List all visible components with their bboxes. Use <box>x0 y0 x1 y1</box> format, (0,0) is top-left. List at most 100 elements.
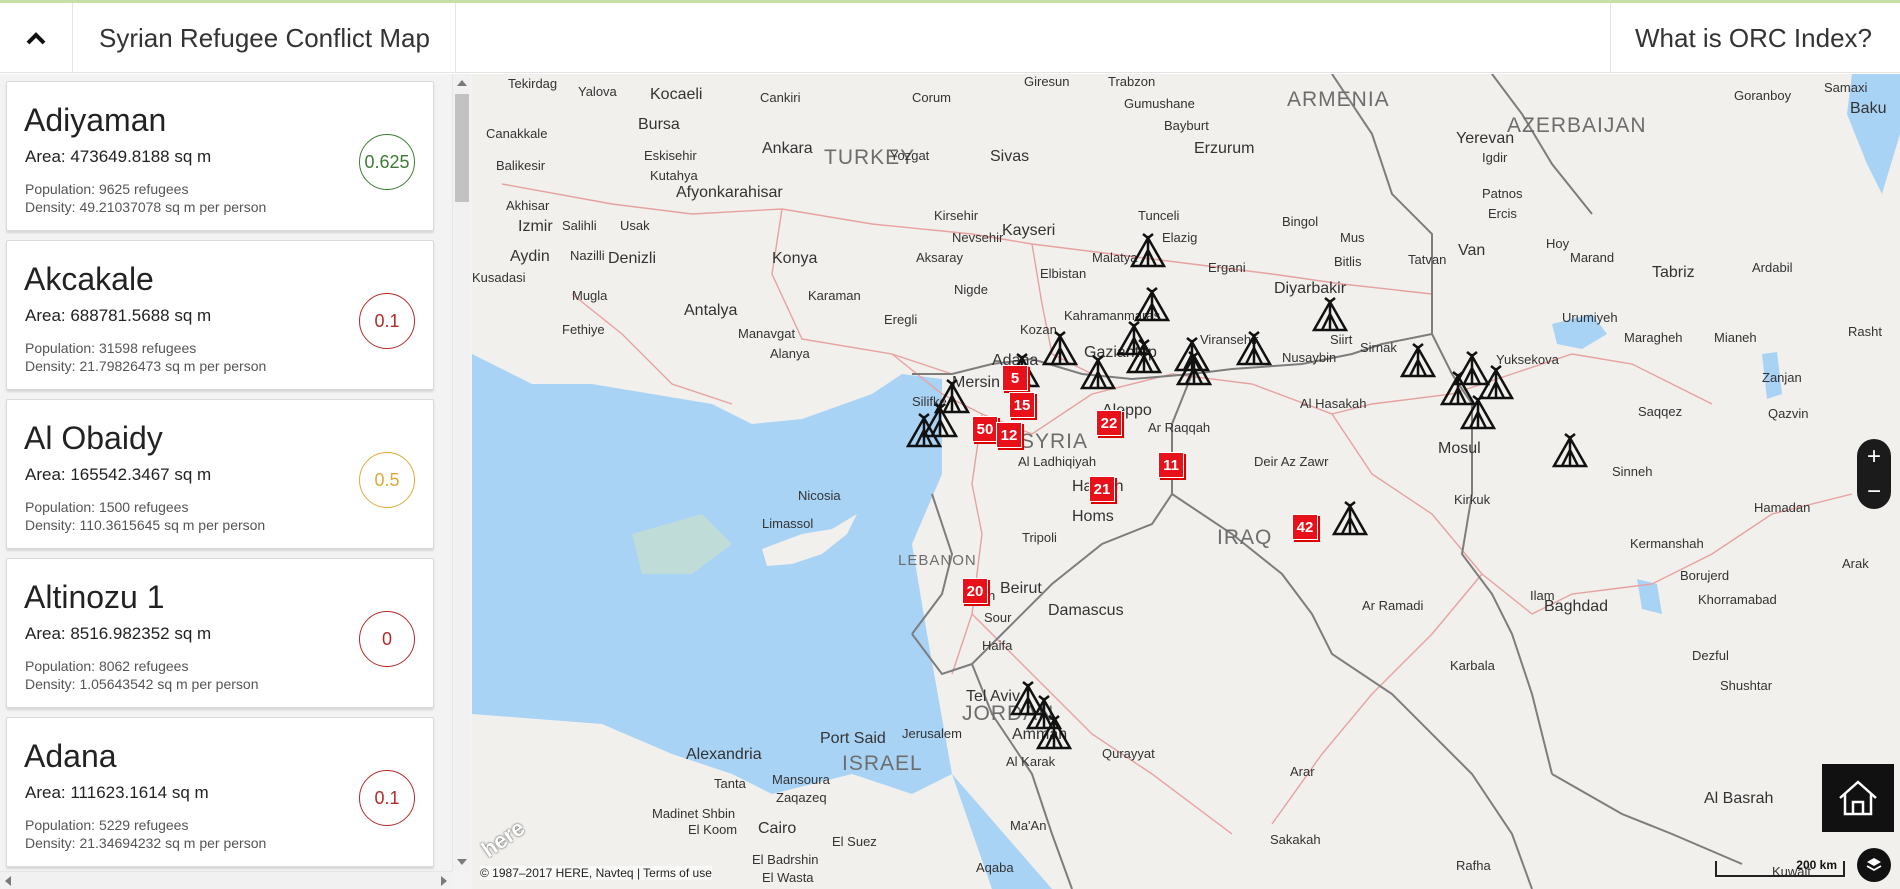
scroll-down-arrow-icon[interactable] <box>457 859 467 865</box>
city-label: Baghdad <box>1544 598 1609 615</box>
refugee-camp-tent-icon[interactable] <box>1078 354 1118 392</box>
city-label: Tripoli <box>1022 530 1057 545</box>
city-label: Tekirdag <box>508 76 558 91</box>
city-label: Al Hasakah <box>1300 396 1367 411</box>
orc-score-badge: 0.1 <box>359 770 415 826</box>
map-layers-button[interactable] <box>1857 848 1891 882</box>
scroll-thumb[interactable] <box>455 94 469 202</box>
country-label: AZERBAIJAN <box>1507 114 1647 137</box>
conflict-count-marker[interactable]: 22 <box>1096 410 1122 436</box>
conflict-count-marker[interactable]: 21 <box>1089 476 1115 502</box>
home-icon <box>1839 780 1877 816</box>
city-label: Ardabil <box>1752 260 1793 275</box>
city-label: El Wasta <box>762 870 814 885</box>
city-label: Eregli <box>884 312 918 327</box>
city-label: Urumiyeh <box>1562 310 1618 325</box>
map-canvas[interactable]: TURKEY SYRIA IRAQ LEBANON JORDAN ISRAEL … <box>472 74 1900 889</box>
city-label: Siirt <box>1330 332 1353 347</box>
city-label: Aydin <box>510 248 550 265</box>
city-label: Balikesir <box>496 158 546 173</box>
city-label: Cairo <box>758 820 797 837</box>
conflict-count-marker[interactable]: 12 <box>996 422 1022 448</box>
city-label: Baku <box>1850 100 1887 117</box>
city-label: Tanta <box>714 776 746 791</box>
city-label: Hoy <box>1546 236 1570 251</box>
refugee-camp-tent-icon[interactable] <box>1458 394 1498 432</box>
city-label: Konya <box>772 250 818 267</box>
orc-index-link[interactable]: What is ORC Index? <box>1610 3 1900 73</box>
city-label: Aksaray <box>916 250 963 265</box>
camp-card[interactable]: Akcakale Area: 688781.5688 sq m Populati… <box>6 240 434 390</box>
camp-density: Density: 110.3615645 sq m per person <box>25 517 266 533</box>
conflict-count-marker[interactable]: 50 <box>972 416 998 442</box>
scroll-up-arrow-icon[interactable] <box>457 80 467 86</box>
camp-card[interactable]: Adiyaman Area: 473649.8188 sq m Populati… <box>6 81 434 231</box>
refugee-camp-tent-icon[interactable] <box>1174 350 1214 388</box>
city-label: Bingol <box>1282 214 1319 229</box>
refugee-camp-tent-icon[interactable] <box>904 412 944 450</box>
conflict-count-marker[interactable]: 11 <box>1158 452 1184 478</box>
horizontal-scrollbar[interactable] <box>0 871 452 889</box>
conflict-count-marker[interactable]: 20 <box>962 578 988 604</box>
refugee-camp-tent-icon[interactable] <box>1398 342 1438 380</box>
country-label: LEBANON <box>898 552 977 569</box>
scroll-left-arrow-icon[interactable] <box>5 876 11 886</box>
city-label: Sinneh <box>1612 464 1653 479</box>
city-label: Nusaybin <box>1282 350 1337 365</box>
city-label: Rasht <box>1848 324 1882 339</box>
map-scale-bar: 200 km <box>1715 858 1845 877</box>
home-button[interactable] <box>1822 764 1894 832</box>
camp-population: Population: 8062 refugees <box>25 658 189 674</box>
city-label: Trabzon <box>1108 74 1156 89</box>
city-label: Borujerd <box>1680 568 1730 583</box>
map-copyright[interactable]: © 1987–2017 HERE, Navteq | Terms of use <box>480 866 712 880</box>
city-label: Samaxi <box>1824 80 1868 95</box>
city-label: Kutahya <box>650 168 698 183</box>
city-label: Yerevan <box>1456 130 1515 147</box>
city-label: Van <box>1458 242 1486 259</box>
refugee-camp-tent-icon[interactable] <box>1132 286 1172 324</box>
vertical-scrollbar[interactable] <box>452 74 470 871</box>
refugee-camp-tent-icon[interactable] <box>1234 330 1274 368</box>
camp-list-sidebar[interactable]: Adiyaman Area: 473649.8188 sq m Populati… <box>0 74 472 889</box>
city-label: Bursa <box>638 116 680 133</box>
refugee-camp-tent-icon[interactable] <box>1128 232 1168 270</box>
camp-population: Population: 1500 refugees <box>25 499 189 515</box>
city-label: Homs <box>1072 508 1114 525</box>
city-label: Ar Raqqah <box>1148 420 1211 435</box>
city-label: Dezful <box>1692 648 1729 663</box>
city-label: Mianeh <box>1714 330 1757 345</box>
conflict-count-marker[interactable]: 42 <box>1292 514 1318 540</box>
conflict-count-marker[interactable]: 15 <box>1009 392 1035 418</box>
city-label: Beirut <box>1000 580 1042 597</box>
camp-card[interactable]: Al Obaidy Area: 165542.3467 sq m Populat… <box>6 399 434 549</box>
zoom-in-button[interactable]: + <box>1857 439 1891 474</box>
orc-score-badge: 0 <box>359 611 415 667</box>
zoom-out-button[interactable]: − <box>1857 474 1891 509</box>
conflict-count-marker[interactable]: 5 <box>1002 365 1028 391</box>
refugee-camp-tent-icon[interactable] <box>1040 330 1080 368</box>
city-label: Port Said <box>820 730 886 747</box>
camp-population: Population: 31598 refugees <box>25 340 197 356</box>
camp-name: Al Obaidy <box>24 420 163 456</box>
camp-card[interactable]: Adana Area: 111623.1614 sq m Population:… <box>6 717 434 867</box>
city-label: Mosul <box>1438 440 1481 457</box>
refugee-camp-tent-icon[interactable] <box>1124 338 1164 376</box>
city-label: Sakakah <box>1270 832 1321 847</box>
city-label: Sour <box>984 610 1012 625</box>
city-label: Jerusalem <box>902 726 962 741</box>
collapse-sidebar-button[interactable] <box>0 3 73 73</box>
city-label: Qurayyat <box>1102 746 1155 761</box>
city-label: Eskisehir <box>644 148 697 163</box>
refugee-camp-tent-icon[interactable] <box>1310 296 1350 334</box>
city-label: Al Ladhiqiyah <box>1018 454 1097 469</box>
refugee-camp-tent-icon[interactable] <box>1034 714 1074 752</box>
refugee-camp-tent-icon[interactable] <box>1550 432 1590 470</box>
scroll-right-arrow-icon[interactable] <box>441 876 447 886</box>
city-label: Bitlis <box>1334 254 1362 269</box>
refugee-camp-tent-icon[interactable] <box>1330 500 1370 538</box>
city-label: Nevsehir <box>952 230 1004 245</box>
city-label: Ercis <box>1488 206 1517 221</box>
camp-card[interactable]: Altinozu 1 Area: 8516.982352 sq m Popula… <box>6 558 434 708</box>
orc-score-badge: 0.1 <box>359 293 415 349</box>
